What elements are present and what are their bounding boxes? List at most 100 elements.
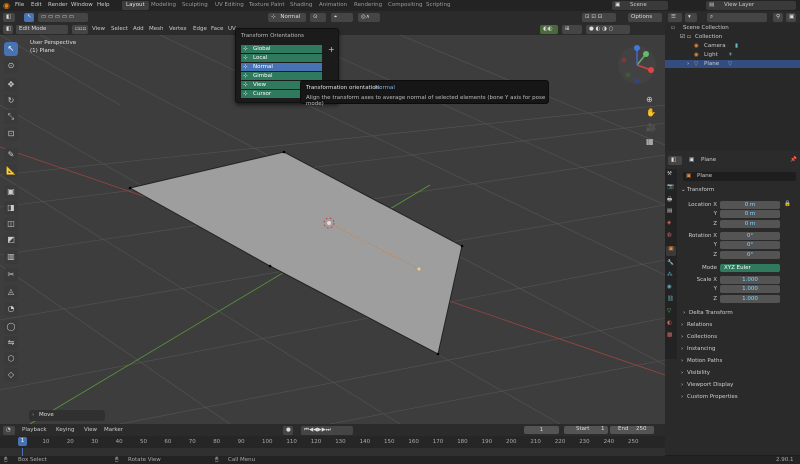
instancing-section[interactable]: Instancing	[687, 346, 716, 352]
vertex[interactable]	[128, 186, 132, 190]
tab-texture-paint[interactable]: Texture Paint	[245, 1, 289, 10]
move-tool-icon[interactable]: ✥	[4, 78, 18, 92]
physics-tab-icon[interactable]: ◉	[667, 284, 672, 290]
custom-properties-chevron-icon[interactable]: ›	[681, 394, 683, 400]
outliner-search-icon[interactable]: ⌕	[707, 13, 767, 22]
orientation-item-gimbal[interactable]: ⊹ Gimbal	[241, 72, 322, 80]
edge-slide-tool-icon[interactable]: ⇋	[4, 336, 18, 350]
world-tab-icon[interactable]: ◍	[667, 232, 672, 238]
collections-section[interactable]: Collections	[687, 334, 717, 340]
particles-tab-icon[interactable]: ⁂	[667, 272, 673, 278]
rotation-y-field[interactable]: 0°	[720, 241, 780, 249]
menu-help[interactable]: Help	[97, 2, 110, 8]
object-tab-icon[interactable]: ▣	[666, 246, 676, 256]
viewport-editor-icon[interactable]: ◧	[3, 25, 13, 34]
camera-view-icon[interactable]: 🎥	[646, 123, 656, 132]
tab-uv-editing[interactable]: UV Editing	[211, 1, 248, 10]
rotation-mode-dropdown[interactable]: XYZ Euler	[720, 264, 780, 272]
end-frame-field[interactable]: End 250	[610, 426, 654, 434]
bevel-tool-icon[interactable]: ◩	[4, 233, 18, 247]
menu-edit[interactable]: Edit	[31, 2, 42, 8]
gizmo-toggle-icon[interactable]: ⊡ ⊡ ⊡	[582, 13, 616, 22]
visibility-chevron-icon[interactable]: ›	[681, 370, 683, 376]
menu-select[interactable]: Select	[111, 26, 128, 32]
select-mode-icon[interactable]: ↖	[24, 13, 34, 22]
light-data-icon[interactable]: ☀	[728, 52, 733, 58]
orientation-item-local[interactable]: ⊹ Local	[241, 54, 322, 62]
tab-shading[interactable]: Shading	[286, 1, 316, 10]
blender-logo-icon[interactable]: ◉	[3, 1, 10, 10]
scale-z-field[interactable]: 1.000	[720, 295, 780, 303]
relations-chevron-icon[interactable]: ›	[681, 322, 683, 328]
rip-tool-icon[interactable]: ◇	[4, 368, 18, 382]
plane-mesh[interactable]	[128, 151, 463, 355]
collections-chevron-icon[interactable]: ›	[681, 334, 683, 340]
scale-y-field[interactable]: 1.000	[720, 285, 780, 293]
lock-location-icon[interactable]: 🔒	[784, 201, 791, 207]
delta-chevron-icon[interactable]: ›	[683, 310, 685, 316]
material-tab-icon[interactable]: ◐	[667, 320, 672, 326]
marker-menu[interactable]: Marker	[104, 427, 123, 433]
timeline-ruler[interactable]: 10 20 30 40 50 60 70 80 90 100 110 120 130 140 150 160 1…	[0, 436, 665, 448]
inset-tool-icon[interactable]: ◫	[4, 217, 18, 231]
playhead-badge[interactable]: 1	[18, 437, 27, 446]
knife-tool-icon[interactable]: ✂	[4, 268, 18, 282]
tab-modeling[interactable]: Modeling	[147, 1, 180, 10]
texture-tab-icon[interactable]: ▩	[667, 332, 672, 338]
scale-x-field[interactable]: 1.000	[720, 276, 780, 284]
outliner-item-collection[interactable]: ☑ ▫ Collection	[665, 33, 800, 41]
outliner-item-camera[interactable]: ◉ Camera ▮	[665, 42, 800, 50]
instancing-chevron-icon[interactable]: ›	[681, 346, 683, 352]
panel-chevron-icon[interactable]: ›	[32, 412, 34, 418]
menu-render[interactable]: Render	[48, 2, 68, 8]
mesh-data-icon[interactable]: ▽	[728, 61, 732, 67]
playback-menu[interactable]: Playback	[22, 427, 47, 433]
zoom-icon[interactable]: ⊕	[646, 95, 653, 104]
cursor-tool-icon[interactable]: ⊙	[4, 59, 18, 73]
location-y-field[interactable]: 0 m	[720, 210, 780, 218]
outliner-scene-collection[interactable]: ▫ Scene Collection	[665, 24, 800, 32]
output-tab-icon[interactable]: 🖶	[667, 196, 672, 205]
xray-icon[interactable]: ⊞	[562, 25, 582, 34]
vertex[interactable]	[282, 150, 286, 154]
checkbox-icon[interactable]: ☑	[680, 34, 685, 40]
object-name-field[interactable]: ▣ Plane	[683, 172, 796, 181]
vertex[interactable]	[436, 352, 440, 356]
current-frame-field[interactable]: 1	[524, 426, 559, 434]
tab-layout[interactable]: Layout	[122, 1, 149, 10]
menu-add[interactable]: Add	[133, 26, 144, 32]
viewport-display-chevron-icon[interactable]: ›	[681, 382, 683, 388]
outliner-item-plane[interactable]: › ▽ Plane ▽	[665, 60, 800, 68]
scale-tool-icon[interactable]: ⤡	[4, 110, 18, 124]
properties-editor-icon[interactable]: ◧	[668, 156, 682, 165]
tab-scripting[interactable]: Scripting	[422, 1, 454, 10]
scene-selector[interactable]: ▣ Scene	[612, 1, 668, 10]
add-orientation-icon[interactable]: +	[328, 45, 335, 54]
editor-type-icon[interactable]: ◧	[3, 13, 15, 22]
snap-icon[interactable]: ⌖	[331, 13, 353, 22]
vertex[interactable]	[460, 244, 464, 248]
shrink-tool-icon[interactable]: ⬡	[4, 352, 18, 366]
tab-animation[interactable]: Animation	[315, 1, 351, 10]
tab-compositing[interactable]: Compositing	[384, 1, 426, 10]
annotate-tool-icon[interactable]: ✎	[4, 148, 18, 162]
menu-view[interactable]: View	[92, 26, 105, 32]
proportional-edit-icon[interactable]: ◎∧	[358, 13, 380, 22]
vertex[interactable]	[268, 264, 272, 268]
record-icon[interactable]: ●	[283, 426, 293, 435]
view-layer-tab-icon[interactable]: ▤	[667, 208, 672, 214]
loop-cut-tool-icon[interactable]: ▥	[4, 250, 18, 264]
custom-properties-section[interactable]: Custom Properties	[687, 394, 738, 400]
motion-paths-chevron-icon[interactable]: ›	[681, 358, 683, 364]
playback-controls-icon[interactable]: ⏮◀◀▶▶⏭	[301, 426, 353, 435]
select-box-options[interactable]: ▭ ▭ ▭ ▭ ▭	[38, 13, 88, 22]
menu-mesh[interactable]: Mesh	[149, 26, 163, 32]
camera-data-icon[interactable]: ▮	[735, 43, 738, 49]
modifier-tab-icon[interactable]: 🔧	[667, 260, 674, 266]
visibility-section[interactable]: Visibility	[687, 370, 710, 376]
render-tab-icon[interactable]: 📷	[667, 184, 674, 190]
options-dropdown[interactable]: Options	[628, 13, 662, 22]
delta-transform-section[interactable]: Delta Transform	[689, 310, 733, 316]
menu-edge[interactable]: Edge	[193, 26, 207, 32]
transform-chevron-icon[interactable]: ⌄	[681, 187, 686, 193]
